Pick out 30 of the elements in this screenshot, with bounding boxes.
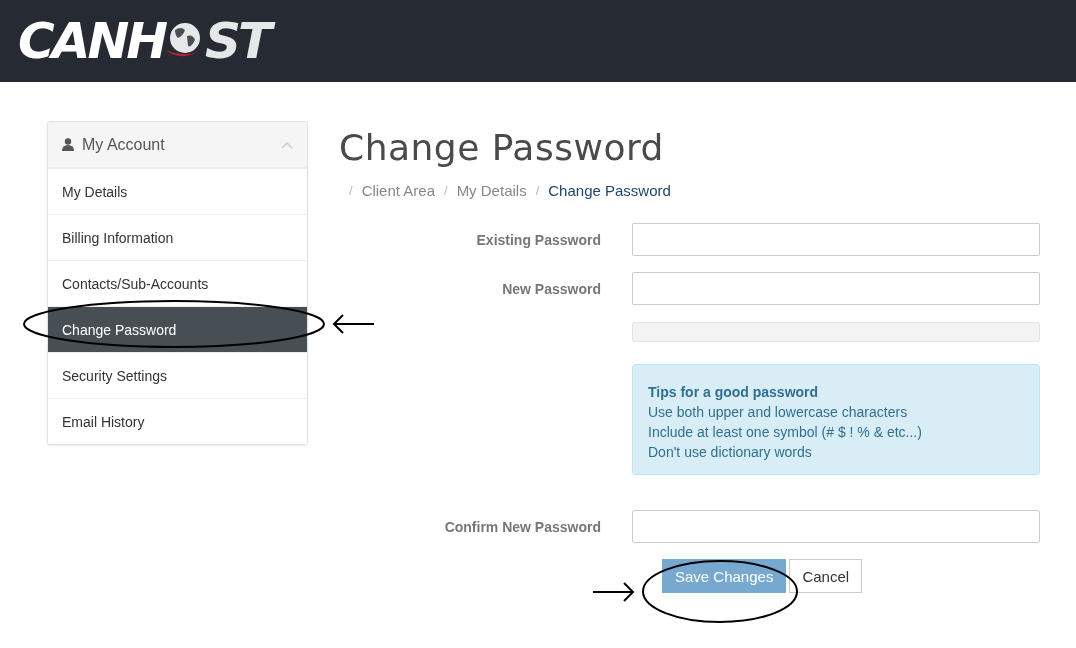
password-field[interactable]	[632, 510, 1040, 543]
sidebar-item[interactable]: Billing Information	[48, 214, 307, 260]
sidebar-item[interactable]: Security Settings	[48, 352, 307, 398]
password-field[interactable]	[632, 272, 1040, 305]
breadcrumb-link[interactable]: Client Area	[361, 182, 435, 199]
breadcrumb-separator: /	[444, 183, 448, 198]
chevron-icon	[281, 140, 293, 149]
page-title: Change Password	[339, 127, 665, 168]
password-field[interactable]	[632, 223, 1040, 256]
tip-text: Use both upper and lowercase characters	[648, 403, 909, 422]
field-label: New Password	[501, 280, 601, 297]
user-icon	[62, 138, 74, 151]
arrow-icon	[332, 314, 374, 334]
sidebar-item[interactable]: My Details	[48, 168, 307, 214]
sidebar-item[interactable]: Email History	[48, 398, 307, 444]
tips-title: Tips for a good password	[648, 383, 820, 402]
breadcrumb-separator: /	[349, 183, 353, 198]
sidebar-title: My Account	[82, 135, 166, 154]
breadcrumb-separator: /	[535, 183, 540, 198]
sidebar-header[interactable]: My Account	[48, 122, 307, 168]
cancel-button[interactable]: Cancel	[789, 559, 863, 593]
field-label: Confirm New Password	[443, 518, 601, 535]
tip-text: Don't use dictionary words	[648, 443, 813, 462]
breadcrumb-link[interactable]: My Details	[456, 182, 527, 199]
sidebar-item[interactable]: Change Password	[48, 306, 307, 352]
arrow-icon	[593, 582, 635, 602]
sidebar-item[interactable]: Contacts/Sub-Accounts	[48, 260, 307, 306]
logo-text: CANH	[18, 12, 166, 70]
tip-text: Include at least one symbol (# $ ! % & etc...)	[648, 423, 923, 442]
field-label: Existing Password	[475, 231, 601, 248]
